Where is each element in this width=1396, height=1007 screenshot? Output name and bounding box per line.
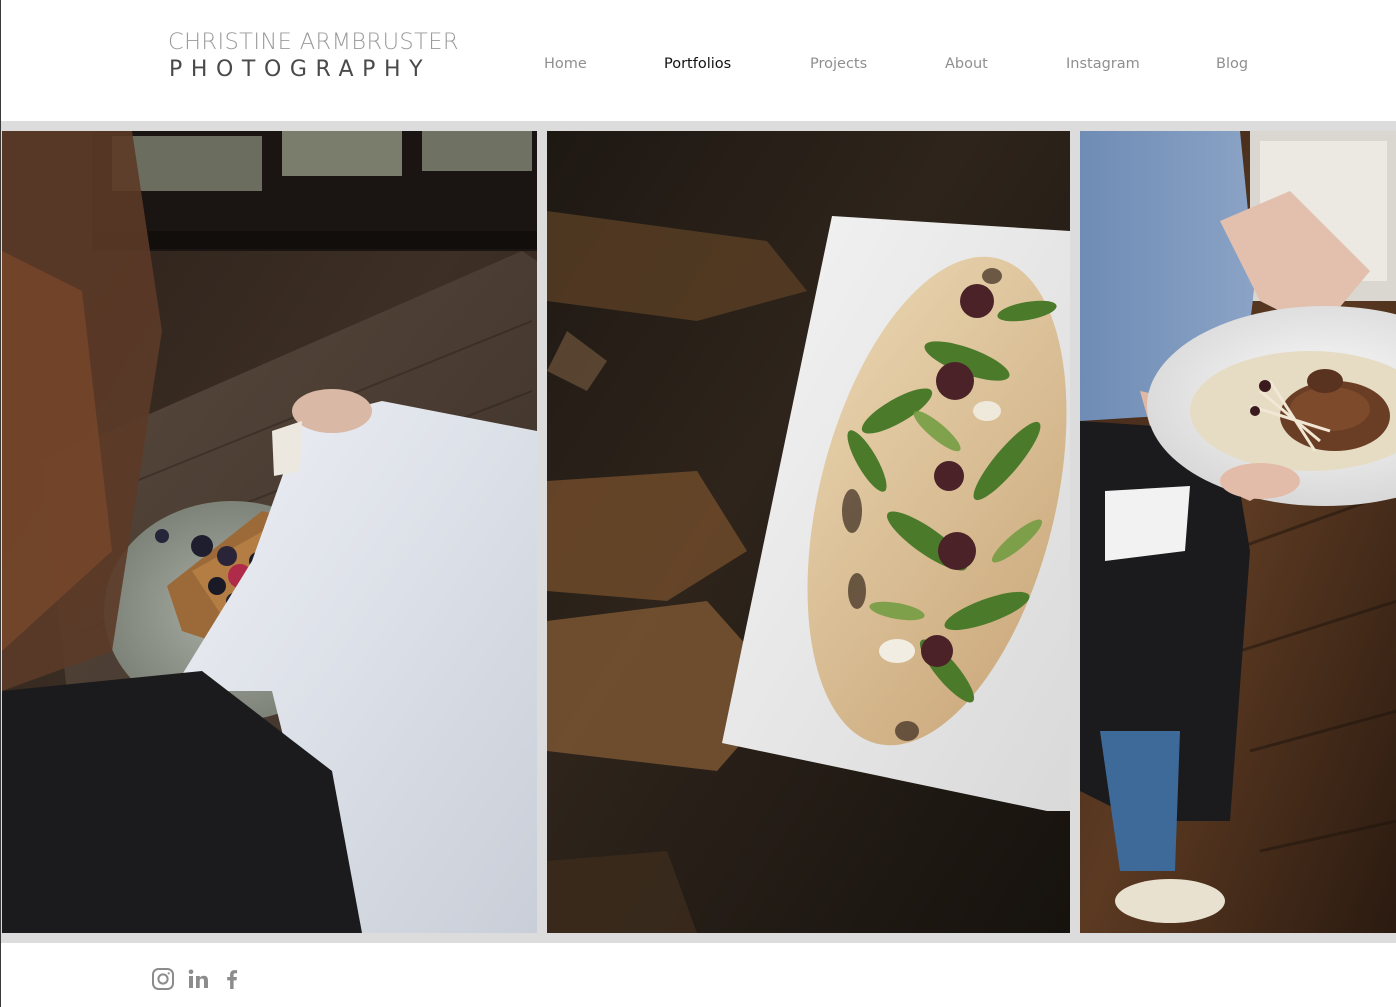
photo-gallery (1, 121, 1396, 943)
logo-name: CHRISTINE ARMBRUSTER (168, 29, 459, 55)
site-header: CHRISTINE ARMBRUSTER PHOTOGRAPHY Home Po… (1, 0, 1396, 121)
gallery-photo-pork-chop[interactable] (1080, 131, 1396, 933)
gallery-photo-flatbread[interactable] (547, 131, 1070, 933)
nav-instagram[interactable]: Instagram (1066, 56, 1140, 72)
site-logo[interactable]: CHRISTINE ARMBRUSTER PHOTOGRAPHY (168, 29, 459, 85)
instagram-icon[interactable] (151, 967, 175, 991)
nav-about[interactable]: About (945, 56, 988, 72)
logo-subtitle: PHOTOGRAPHY (169, 57, 432, 82)
facebook-icon[interactable] (220, 967, 244, 991)
gallery-photo-french-toast[interactable] (2, 131, 537, 933)
nav-portfolios[interactable]: Portfolios (664, 56, 731, 72)
nav-blog[interactable]: Blog (1216, 56, 1248, 72)
site-footer (1, 943, 1396, 1007)
nav-projects[interactable]: Projects (810, 56, 867, 72)
linkedin-icon[interactable] (186, 967, 210, 991)
page-frame: CHRISTINE ARMBRUSTER PHOTOGRAPHY Home Po… (0, 0, 1396, 1007)
french-toast-image (2, 131, 537, 933)
nav-home[interactable]: Home (544, 56, 587, 72)
flatbread-image (547, 131, 1070, 933)
pork-chop-image (1080, 131, 1396, 933)
